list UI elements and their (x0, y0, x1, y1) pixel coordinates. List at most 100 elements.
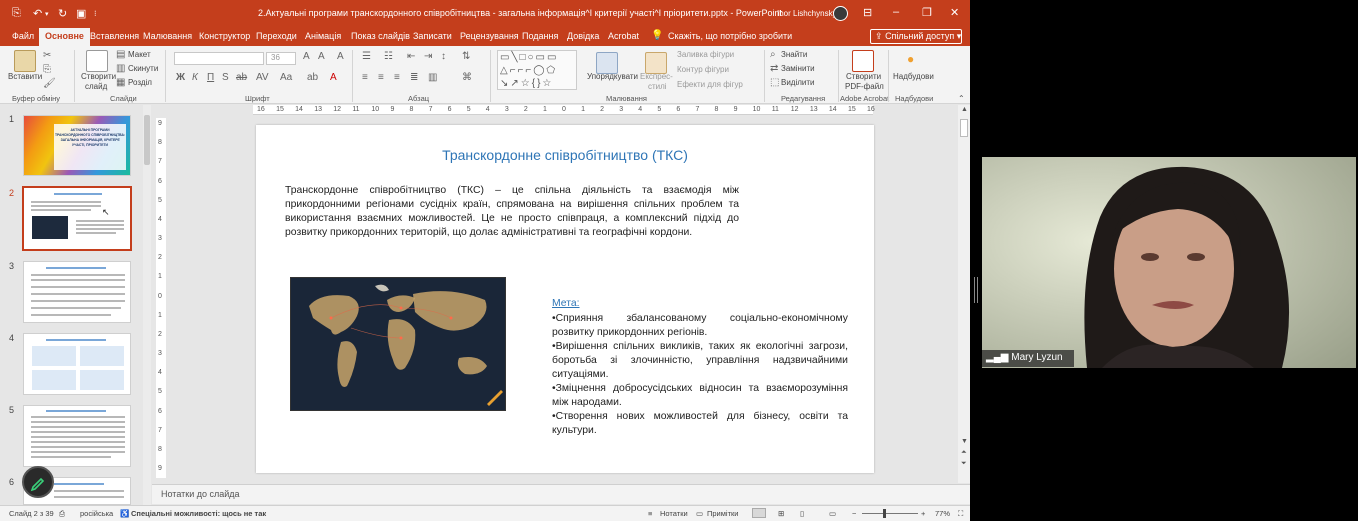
grow-font-icon[interactable]: A (303, 51, 310, 62)
layout-button[interactable]: Макет (128, 50, 151, 59)
undo-dropdown-icon[interactable]: ▾ (45, 10, 49, 18)
slide-canvas[interactable]: Транскордонне співробітництво (ТКС) Тран… (256, 125, 874, 473)
section-button[interactable]: Розділ (128, 78, 152, 87)
zoom-slider[interactable] (862, 513, 918, 514)
quick-styles-button[interactable]: Експрес- (640, 72, 673, 81)
tab-help[interactable]: Довідка (567, 31, 599, 41)
change-case-icon[interactable]: Aa (280, 72, 292, 83)
font-size-select[interactable]: 36 (266, 52, 296, 65)
zoom-level[interactable]: 77% (935, 509, 950, 518)
decrease-indent-icon[interactable]: ⇤ (407, 51, 415, 62)
normal-view-icon[interactable] (752, 508, 766, 518)
shapes-gallery[interactable]: ▭╲□○▭▭ △⌐⌐⌐◯⬠ ↘↗☆{}☆ (497, 50, 577, 90)
slide-thumbnail-5[interactable] (23, 405, 131, 467)
arrange-button[interactable]: Упорядкувати (587, 72, 638, 81)
smartart-icon[interactable]: ⌘ (462, 72, 472, 83)
previous-slide-icon[interactable]: ⏶ (961, 449, 967, 457)
annotate-button[interactable] (22, 466, 54, 498)
quick-styles-button-line2[interactable]: стилі (648, 82, 667, 91)
font-color-icon[interactable]: A (330, 72, 337, 83)
line-spacing-icon[interactable]: ↕ (441, 51, 446, 62)
slide-sorter-icon[interactable]: ⊞ (778, 509, 784, 518)
video-tile[interactable] (982, 157, 1356, 368)
spellcheck-icon[interactable]: ⎙ (59, 509, 65, 519)
reset-button[interactable]: Скинути (128, 64, 158, 73)
highlight-icon[interactable]: ab (307, 72, 318, 83)
language-indicator[interactable]: російська (80, 509, 113, 518)
cut-icon[interactable]: ✂ (43, 50, 51, 61)
tab-animations[interactable]: Анімація (305, 31, 341, 41)
quick-styles-icon[interactable] (645, 52, 667, 74)
slide-thumbnail-4[interactable] (23, 333, 131, 395)
slide-thumbnail-3[interactable] (23, 261, 131, 323)
shape-fill-button[interactable]: Заливка фігури (677, 50, 734, 59)
italic-icon[interactable]: К (192, 72, 198, 83)
customize-toolbar-icon[interactable]: ⁝ (94, 9, 97, 18)
reading-view-icon[interactable]: ▯ (800, 509, 804, 518)
scroll-thumb[interactable] (144, 115, 150, 165)
paste-icon[interactable] (14, 50, 36, 72)
char-spacing-icon[interactable]: AV (256, 72, 269, 83)
user-name[interactable]: Ihor Lishchynskyy (777, 9, 841, 18)
accessibility-status[interactable]: Спеціальні можливості: щось не так (131, 509, 266, 518)
slideshow-icon[interactable]: ▭ (829, 509, 836, 518)
collapse-ribbon-icon[interactable]: ⌃ (958, 94, 965, 103)
format-painter-icon[interactable]: 🖌 (43, 78, 56, 89)
share-button[interactable]: ⇪ Спільний доступ ▾ (870, 29, 962, 44)
slide-title[interactable]: Транскордонне співробітництво (ТКС) (256, 147, 874, 163)
notes-placeholder[interactable]: Нотатки до слайда (161, 489, 240, 499)
scroll-up-icon[interactable]: ▲ (961, 106, 968, 113)
new-slide-icon[interactable] (86, 50, 108, 72)
shape-outline-button[interactable]: Контур фігури (677, 65, 729, 74)
zoom-in-icon[interactable]: + (921, 509, 925, 518)
tab-home[interactable]: Основне (39, 28, 90, 46)
splitter-handle[interactable] (974, 277, 978, 303)
close-icon[interactable]: ✕ (950, 6, 959, 19)
minimize-icon[interactable]: – (893, 6, 899, 18)
text-direction-icon[interactable]: ⇅ (462, 51, 470, 62)
scroll-down-icon[interactable]: ▼ (961, 438, 968, 445)
pdf-icon[interactable] (852, 50, 874, 72)
find-button[interactable]: Знайти (781, 50, 807, 59)
new-slide-button-line2[interactable]: слайд (85, 82, 107, 91)
notes-pane[interactable]: Нотатки до слайда (152, 484, 970, 504)
avatar[interactable] (833, 6, 848, 21)
addins-icon[interactable]: ● (907, 52, 914, 66)
create-pdf-button[interactable]: Створити (846, 72, 881, 81)
fit-to-window-icon[interactable]: ⛶ (958, 509, 963, 519)
ribbon-display-icon[interactable]: ⊟ (863, 6, 872, 19)
next-slide-icon[interactable]: ⏷ (961, 460, 967, 468)
arrange-icon[interactable] (596, 52, 618, 74)
justify-icon[interactable]: ≣ (410, 72, 418, 83)
underline-icon[interactable]: П (207, 72, 214, 83)
tab-acrobat[interactable]: Acrobat (608, 31, 639, 41)
undo-icon[interactable]: ↶ (33, 7, 42, 20)
autosave-icon[interactable]: ⎘ (12, 7, 21, 20)
zoom-out-icon[interactable]: − (852, 509, 856, 518)
tab-review[interactable]: Рецензування (460, 31, 519, 41)
align-right-icon[interactable]: ≡ (394, 72, 400, 83)
tab-draw[interactable]: Малювання (143, 31, 192, 41)
create-pdf-button-line2[interactable]: PDF-файл (845, 82, 884, 91)
shadow-icon[interactable]: S (222, 72, 229, 83)
slide-thumbnail-1[interactable]: АКТУАЛЬНІ ПРОГРАМИ ТРАНСКОРДОННОГО СПІВР… (23, 115, 131, 176)
replace-button[interactable]: Замінити (781, 64, 815, 73)
world-map-image[interactable] (290, 277, 506, 411)
slide-scrollbar[interactable]: ▲ ▼ ⏶ ⏷ (958, 105, 970, 483)
redo-icon[interactable]: ↻ (58, 7, 67, 20)
addins-button[interactable]: Надбудови (893, 72, 934, 81)
tell-me-search[interactable]: Скажіть, що потрібно зробити (668, 31, 792, 41)
tab-design[interactable]: Конструктор (199, 31, 250, 41)
strikethrough-icon[interactable]: ab (236, 72, 247, 83)
select-button[interactable]: Виділити (781, 78, 815, 87)
bold-icon[interactable]: Ж (176, 72, 185, 83)
comments-button[interactable]: Примітки (707, 509, 738, 518)
paste-button[interactable]: Вставити (8, 72, 42, 81)
clear-format-icon[interactable]: A (337, 51, 344, 62)
tab-insert[interactable]: Вставлення (90, 31, 139, 41)
slide-definition-text[interactable]: Транскордонне співробітництво (ТКС) – це… (285, 184, 739, 240)
slideshow-start-icon[interactable]: ▣ (76, 7, 86, 20)
copy-icon[interactable]: ⎘ (43, 64, 51, 75)
align-left-icon[interactable]: ≡ (362, 72, 368, 83)
columns-icon[interactable]: ▥ (428, 72, 437, 83)
